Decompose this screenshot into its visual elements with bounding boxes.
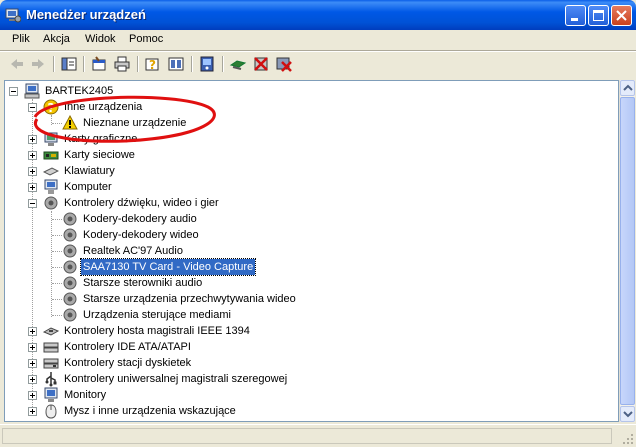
sound-icon xyxy=(63,292,77,306)
expand-toggle[interactable] xyxy=(28,391,37,400)
resize-grip-icon[interactable] xyxy=(622,433,634,445)
tree-label: BARTEK2405 xyxy=(45,85,114,97)
svg-text:?: ? xyxy=(48,101,55,115)
menu-pomoc[interactable]: Pomoc xyxy=(129,33,163,45)
view-icon xyxy=(168,57,184,71)
mouse-icon xyxy=(45,404,57,419)
monitor-icon xyxy=(44,387,58,402)
expand-toggle[interactable] xyxy=(28,343,37,352)
tree-line xyxy=(52,123,62,125)
uninstall-device-icon xyxy=(276,57,292,72)
window-title: Menedżer urządzeń xyxy=(26,7,146,22)
device-manager-icon xyxy=(5,8,21,23)
expand-toggle[interactable] xyxy=(28,151,37,160)
tree-line xyxy=(52,299,62,301)
tree-line xyxy=(52,235,62,237)
scroll-thumb[interactable] xyxy=(620,97,635,405)
status-bar xyxy=(0,424,636,447)
uninstall-device-button[interactable] xyxy=(275,55,293,73)
usb-icon xyxy=(45,372,57,387)
toolbar: ? xyxy=(0,52,636,76)
tree-line xyxy=(52,283,62,285)
help-button[interactable]: ? xyxy=(144,55,162,73)
ieee1394-icon xyxy=(43,327,59,336)
sound-icon xyxy=(63,228,77,242)
collapse-toggle[interactable] xyxy=(9,87,18,96)
chevron-up-icon xyxy=(623,84,633,91)
device-tree[interactable]: BARTEK2405 ? Inne urządzenia Nieznane ur… xyxy=(4,80,619,422)
minimize-icon xyxy=(571,18,578,21)
close-button[interactable] xyxy=(611,5,632,26)
scroll-down-button[interactable] xyxy=(620,406,635,422)
toolbar-separator xyxy=(137,56,139,72)
title-bar[interactable]: Menedżer urządzeń xyxy=(0,0,636,30)
ide-controller-icon xyxy=(43,342,59,353)
expand-toggle[interactable] xyxy=(28,327,37,336)
svg-text:?: ? xyxy=(149,58,156,72)
disable-device-button[interactable] xyxy=(252,55,270,73)
scan-hardware-icon xyxy=(200,56,214,72)
expand-toggle[interactable] xyxy=(28,183,37,192)
sound-icon xyxy=(63,260,77,274)
forward-button[interactable] xyxy=(29,55,47,73)
chevron-down-icon xyxy=(623,411,633,418)
maximize-icon xyxy=(593,10,604,21)
tree-line xyxy=(52,267,62,269)
console-tree-icon xyxy=(61,57,77,71)
tree-line xyxy=(52,219,62,221)
keyboard-icon xyxy=(43,167,59,176)
scan-hardware-button[interactable] xyxy=(198,55,216,73)
back-arrow-icon xyxy=(11,59,23,69)
help-icon: ? xyxy=(145,58,159,72)
computer-icon xyxy=(24,83,40,99)
tree-line xyxy=(51,211,53,317)
scroll-up-button[interactable] xyxy=(620,80,635,96)
collapse-toggle[interactable] xyxy=(28,103,37,112)
toolbar-separator xyxy=(83,56,85,72)
menu-akcja[interactable]: Akcja xyxy=(43,33,70,45)
expand-toggle[interactable] xyxy=(28,375,37,384)
expand-toggle[interactable] xyxy=(28,167,37,176)
properties-icon xyxy=(92,56,106,71)
printer-icon xyxy=(114,56,130,72)
sound-icon xyxy=(63,212,77,226)
update-driver-icon xyxy=(229,60,247,70)
tree-line xyxy=(52,315,62,317)
forward-arrow-icon xyxy=(32,59,44,69)
maximize-button[interactable] xyxy=(588,5,609,26)
toolbar-separator xyxy=(222,56,224,72)
disable-device-icon xyxy=(254,57,268,71)
collapse-toggle[interactable] xyxy=(28,199,37,208)
sound-icon xyxy=(44,196,58,210)
warning-device-icon xyxy=(62,115,78,130)
toolbar-separator xyxy=(191,56,193,72)
network-card-icon xyxy=(43,151,59,160)
expand-toggle[interactable] xyxy=(28,359,37,368)
update-driver-button[interactable] xyxy=(229,55,247,73)
question-icon: ? xyxy=(43,99,59,115)
status-cell xyxy=(2,428,612,444)
minimize-button[interactable] xyxy=(565,5,586,26)
properties-button[interactable] xyxy=(90,55,108,73)
vertical-scrollbar[interactable] xyxy=(619,80,635,422)
sound-icon xyxy=(63,244,77,258)
display-adapter-icon xyxy=(44,132,58,146)
sound-icon xyxy=(63,308,77,322)
floppy-controller-icon xyxy=(43,358,59,369)
print-button[interactable] xyxy=(113,55,131,73)
close-icon xyxy=(616,10,627,21)
sound-icon xyxy=(63,276,77,290)
show-hide-tree-button[interactable] xyxy=(60,55,78,73)
expand-toggle[interactable] xyxy=(28,407,37,416)
menu-widok[interactable]: Widok xyxy=(85,33,116,45)
menu-bar: Plik Akcja Widok Pomoc xyxy=(0,30,636,50)
expand-toggle[interactable] xyxy=(28,135,37,144)
menu-plik[interactable]: Plik xyxy=(12,33,30,45)
view-button[interactable] xyxy=(167,55,185,73)
toolbar-separator xyxy=(53,56,55,72)
computer-icon xyxy=(44,179,58,194)
tree-line xyxy=(52,251,62,253)
back-button[interactable] xyxy=(8,55,26,73)
